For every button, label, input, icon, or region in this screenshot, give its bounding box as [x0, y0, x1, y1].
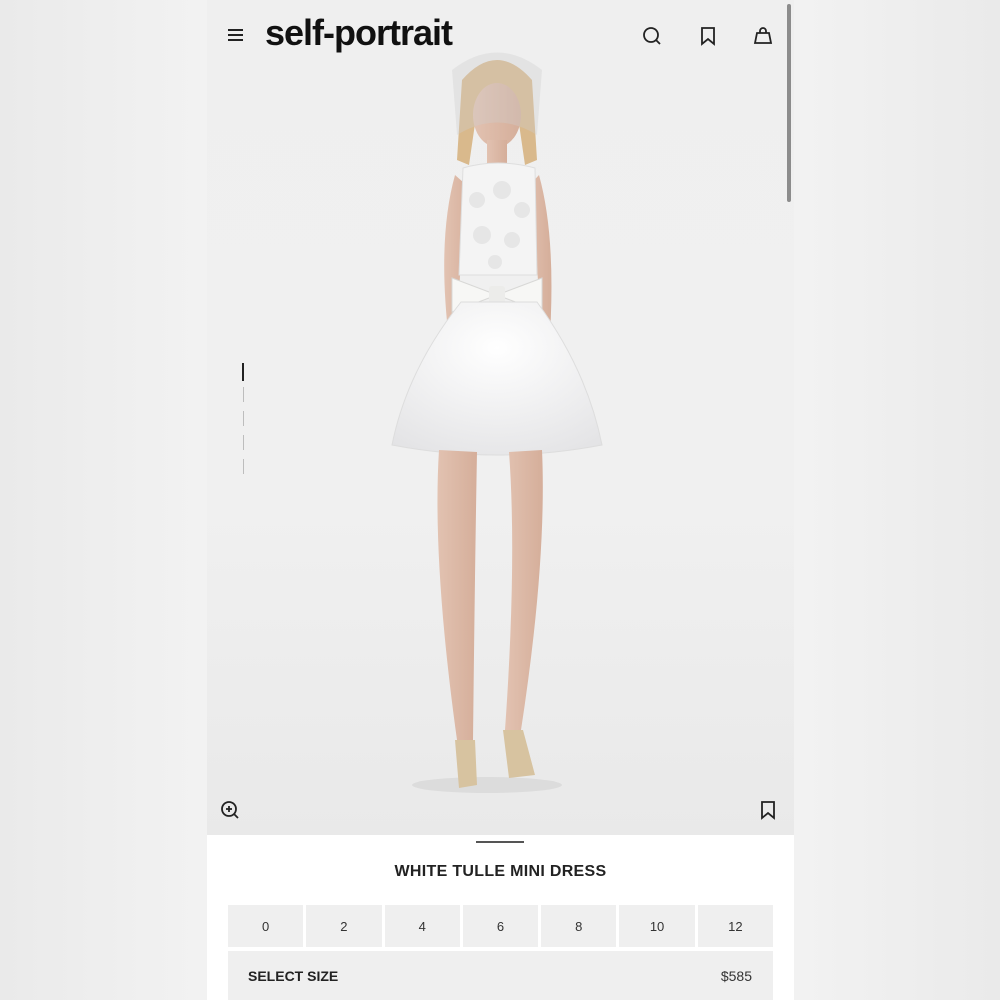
- zoom-in-icon[interactable]: [218, 798, 242, 822]
- product-panel: WHITE TULLE MINI DRESS 0 2 4 6 8 10 12 S…: [207, 835, 794, 1000]
- bookmark-icon[interactable]: [756, 798, 780, 822]
- search-icon[interactable]: [640, 24, 664, 48]
- size-option[interactable]: 10: [619, 905, 695, 947]
- product-title: WHITE TULLE MINI DRESS: [394, 863, 607, 880]
- bag-icon[interactable]: [751, 24, 775, 48]
- select-size-label: SELECT SIZE: [248, 968, 339, 984]
- gallery-pagination: [242, 363, 246, 475]
- size-option[interactable]: 8: [541, 905, 617, 947]
- size-option[interactable]: 12: [697, 905, 773, 947]
- size-selector: 0 2 4 6 8 10 12: [228, 905, 773, 947]
- gallery-dot[interactable]: [243, 459, 245, 474]
- gallery-dot[interactable]: [243, 387, 245, 402]
- gallery-dot[interactable]: [243, 435, 245, 450]
- scrollbar[interactable]: [787, 4, 791, 202]
- product-price: $585: [720, 968, 752, 984]
- gallery-dot[interactable]: [242, 363, 244, 381]
- brand-logo[interactable]: self-portrait: [265, 12, 453, 54]
- size-option[interactable]: 4: [384, 905, 460, 947]
- bookmark-icon[interactable]: [696, 24, 720, 48]
- menu-icon[interactable]: [227, 26, 245, 44]
- size-option[interactable]: 6: [462, 905, 539, 947]
- select-size-button[interactable]: SELECT SIZE $585: [228, 951, 773, 1000]
- gallery-dot[interactable]: [243, 411, 245, 426]
- model-photo: [391, 52, 603, 793]
- product-page: self-portrait WHITE TULLE MINI DRESS 0 2…: [207, 0, 794, 1000]
- product-image[interactable]: self-portrait: [207, 0, 794, 835]
- size-option[interactable]: 0: [228, 905, 304, 947]
- size-option[interactable]: 2: [306, 905, 382, 947]
- drag-handle[interactable]: [476, 841, 524, 843]
